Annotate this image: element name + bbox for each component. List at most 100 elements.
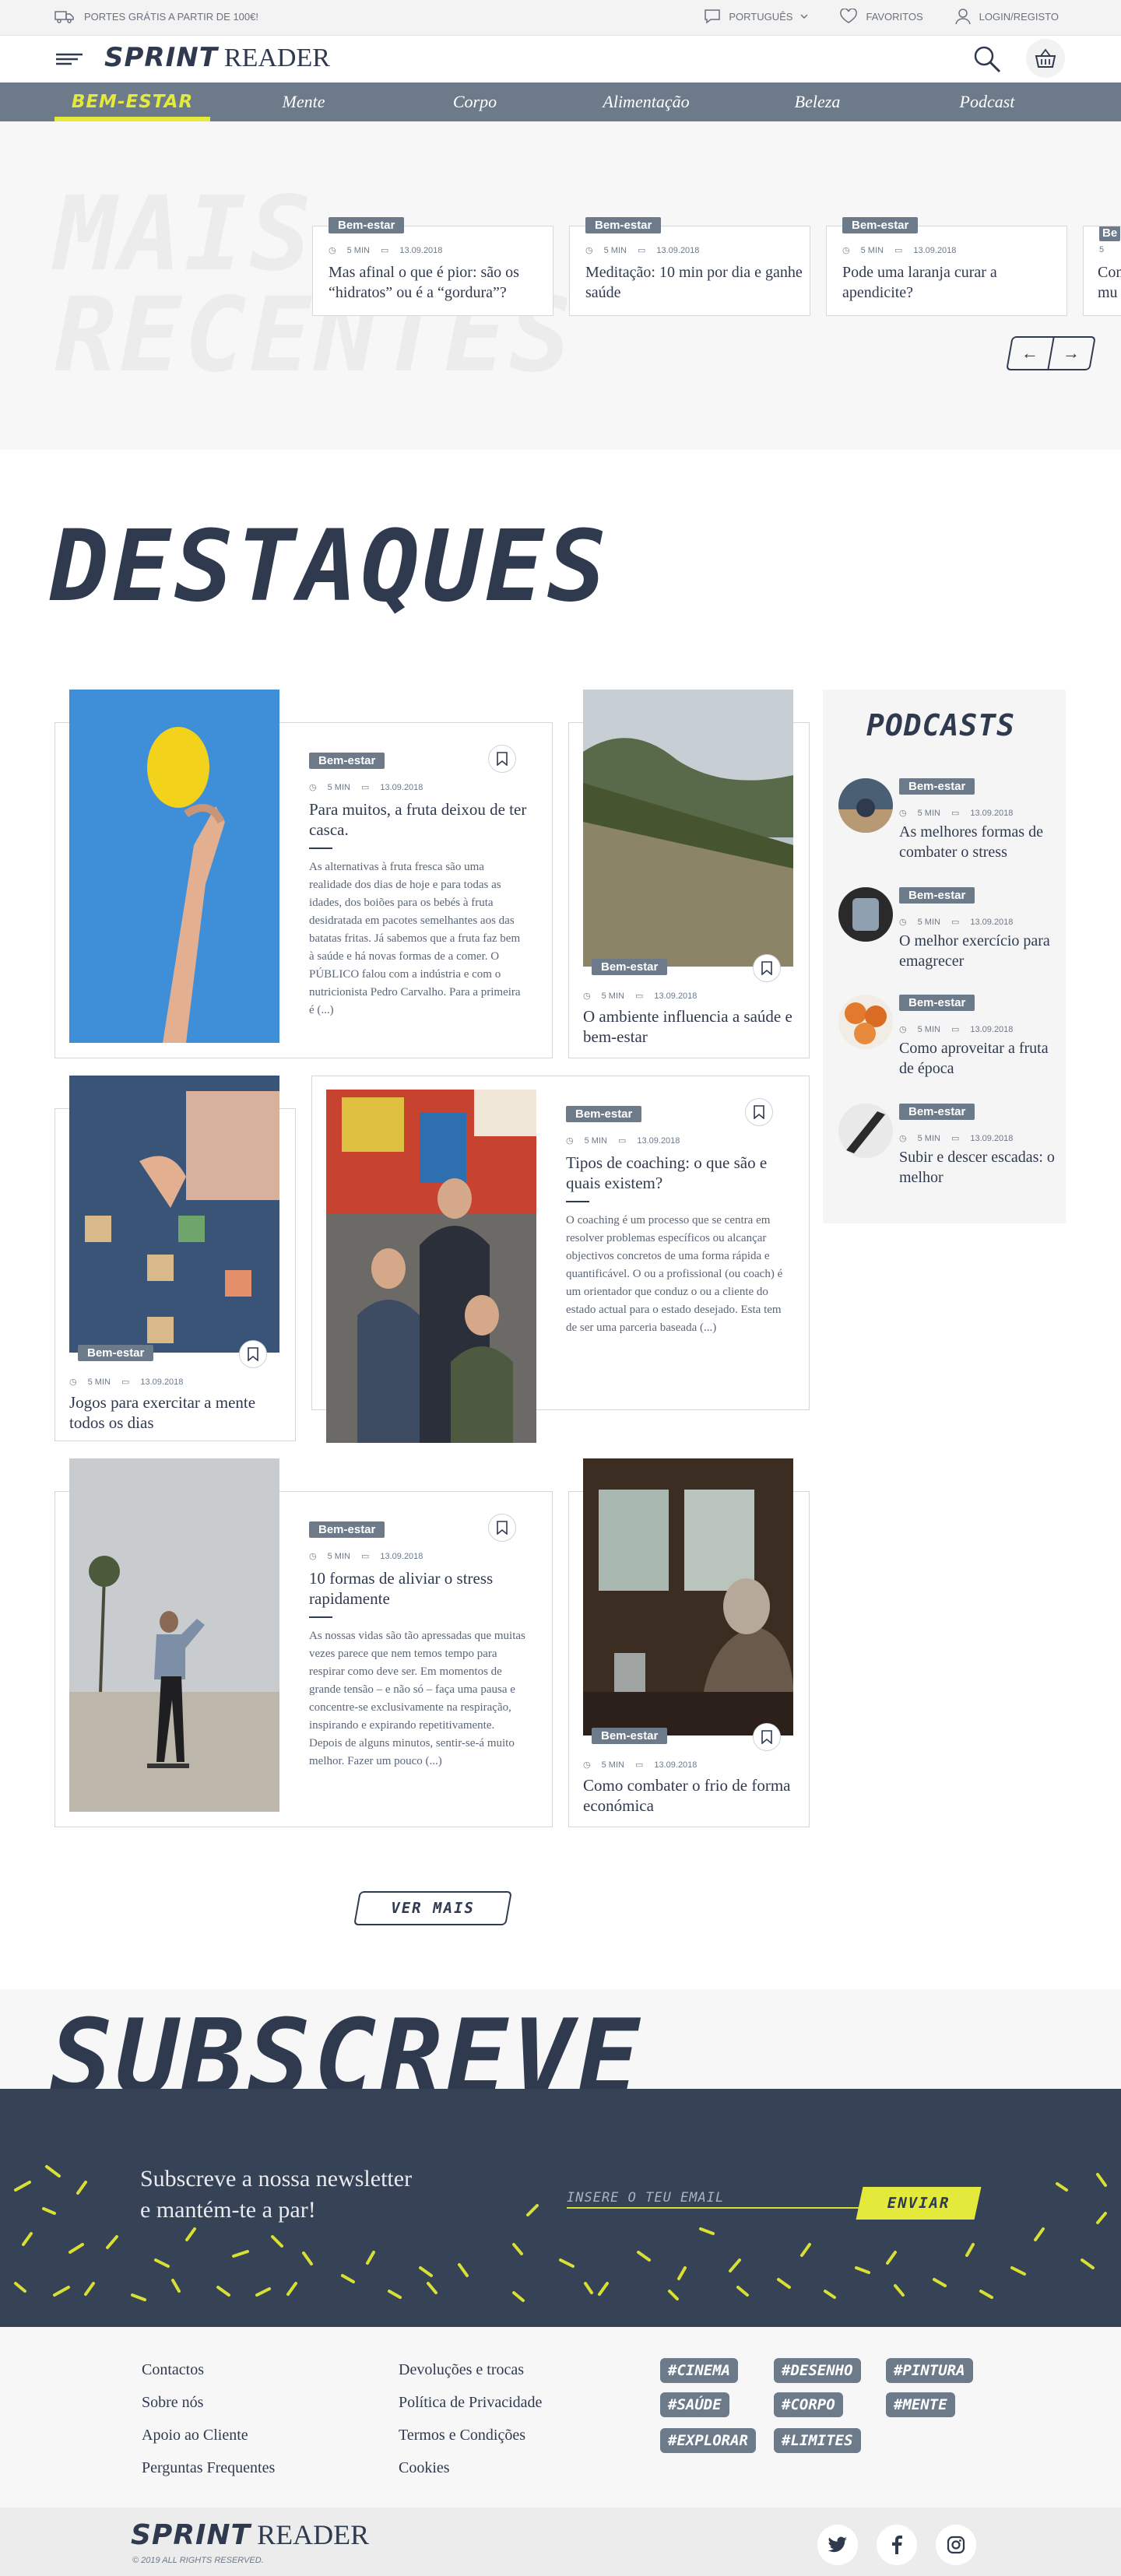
language-label: PORTUGUÊS — [729, 10, 793, 23]
favorites-link[interactable]: FAVORITOS — [839, 9, 923, 24]
article-date: 13.09.2018 — [399, 245, 443, 255]
send-button[interactable]: ENVIAR — [856, 2187, 982, 2220]
subscribe-text: Subscreve a nossa newsletter e mantém-te… — [140, 2164, 412, 2226]
login-label: LOGIN/REGISTO — [979, 10, 1059, 23]
calendar-icon: ▭ — [637, 246, 646, 255]
tag-mente[interactable]: #MENTE — [886, 2392, 955, 2417]
footer-link-cookies[interactable]: Cookies — [399, 2459, 450, 2477]
nav-item-beleza[interactable]: Beleza — [740, 82, 895, 121]
tag-explorar[interactable]: #EXPLORAR — [660, 2428, 756, 2453]
footer-logo[interactable]: SPRINT READER — [131, 2518, 369, 2551]
read-time: 5 MIN — [917, 808, 940, 818]
cafe-image[interactable] — [583, 1458, 793, 1735]
search-icon[interactable] — [972, 44, 1003, 79]
article-meta: ◷ 5 MIN ▭ 13.09.2018 — [329, 245, 443, 256]
podcast-title: Subir e descer escadas: o melhor — [899, 1149, 1055, 1186]
category-nav: BEM-ESTAR Mente Corpo Alimentação Beleza… — [0, 82, 1121, 121]
coaching-group-image[interactable] — [326, 1090, 536, 1443]
email-input[interactable]: INSERE O TEU EMAIL — [567, 2185, 863, 2209]
read-time: 5 MIN — [601, 991, 624, 1001]
recent-card[interactable]: Bem-estar ◷ 5 MIN ▭ 13.09.2018 Pode uma la… — [826, 217, 1067, 316]
read-time: 5 MIN — [87, 1377, 111, 1387]
podcast-thumbnail — [838, 887, 893, 942]
lemon-hand-image[interactable] — [69, 690, 279, 1043]
category-badge: Bem-estar — [309, 1521, 385, 1538]
nav-item-podcast[interactable]: Podcast — [909, 82, 1065, 121]
tag-pintura[interactable]: #PINTURA — [886, 2358, 973, 2383]
calendar-icon: ▭ — [951, 809, 960, 818]
facebook-icon[interactable] — [877, 2525, 917, 2565]
read-time: 5 MIN — [584, 1135, 607, 1146]
recent-card-partial[interactable]: Be 5 Com mu — [1083, 226, 1121, 316]
arrow-left-icon[interactable]: ← — [1007, 338, 1055, 369]
tag-saude[interactable]: #SAÚDE — [660, 2392, 729, 2417]
category-badge: Bem-estar — [78, 1345, 154, 1361]
footer-link-sobre[interactable]: Sobre nós — [142, 2394, 203, 2412]
favorites-label: FAVORITOS — [866, 10, 923, 23]
article-date: 13.09.2018 — [380, 1551, 423, 1561]
bookmark-icon[interactable] — [753, 954, 781, 982]
footer-logo-light: READER — [257, 2519, 370, 2550]
bookmark-icon[interactable] — [488, 1514, 516, 1542]
letter-blocks-image[interactable] — [69, 1076, 279, 1353]
calendar-icon: ▭ — [360, 1552, 370, 1561]
nav-item-bem-estar[interactable]: BEM-ESTAR — [54, 82, 210, 121]
bookmark-icon[interactable] — [753, 1723, 781, 1751]
footer-link-termos[interactable]: Termos e Condições — [399, 2427, 525, 2444]
category-badge: Be — [1099, 226, 1121, 241]
subscribe-heading: SUBSCREVE — [50, 1997, 644, 2089]
nav-item-mente[interactable]: Mente — [226, 82, 381, 121]
footer-bottom-bar: SPRINT READER © 2019 ALL RIGHTS RESERVED… — [0, 2508, 1121, 2576]
footer-link-faq[interactable]: Perguntas Frequentes — [142, 2459, 275, 2477]
instagram-icon[interactable] — [936, 2525, 976, 2565]
calendar-icon: ▭ — [951, 1025, 960, 1034]
tag-corpo[interactable]: #CORPO — [774, 2392, 843, 2417]
calendar-icon: ▭ — [634, 1760, 644, 1770]
title-divider — [309, 1616, 332, 1618]
tag-limites[interactable]: #LIMITES — [774, 2428, 861, 2453]
site-logo[interactable]: SPRINT READER — [104, 42, 330, 73]
read-time: 5 — [1099, 245, 1105, 254]
twitter-icon[interactable] — [817, 2525, 858, 2565]
nav-item-alimentacao[interactable]: Alimentação — [568, 82, 724, 121]
calendar-icon: ▭ — [121, 1377, 130, 1387]
podcasts-panel: PODCASTS Bem-estar ◷ 5 MIN ▭ 13.09.2018 As … — [823, 690, 1066, 1223]
article-date: 13.09.2018 — [656, 245, 700, 255]
article-meta: ◷ 5 MIN ▭ 13.09.2018 — [566, 1135, 680, 1146]
article-meta: ◷ 5 MIN ▭ 13.09.2018 — [69, 1377, 183, 1388]
see-more-button[interactable]: VER MAIS — [353, 1891, 512, 1925]
valley-river-image[interactable] — [583, 690, 793, 967]
basket-icon[interactable] — [1026, 39, 1065, 78]
site-header: SPRINT READER — [0, 36, 1121, 82]
footer-link-apoio[interactable]: Apoio ao Cliente — [142, 2427, 248, 2444]
tag-cinema[interactable]: #CINEMA — [660, 2358, 739, 2383]
bookmark-icon[interactable] — [488, 745, 516, 773]
chat-icon — [705, 9, 721, 24]
recent-card[interactable]: Bem-estar ◷ 5 MIN ▭ 13.09.2018 Meditação: … — [569, 217, 810, 316]
skater-beach-image[interactable] — [69, 1458, 279, 1812]
tag-desenho[interactable]: #DESENHO — [774, 2358, 861, 2383]
bookmark-icon[interactable] — [239, 1340, 267, 1368]
featured-heading: DESTAQUES — [50, 509, 610, 623]
read-time: 5 MIN — [603, 245, 627, 255]
article-title: 10 formas de aliviar o stress rapidament… — [309, 1569, 494, 1608]
arrow-right-icon[interactable]: → — [1049, 338, 1094, 369]
menu-icon[interactable] — [56, 51, 84, 71]
nav-item-corpo[interactable]: Corpo — [397, 82, 553, 121]
clock-icon: ◷ — [899, 1025, 907, 1034]
login-link[interactable]: LOGIN/REGISTO — [954, 8, 1059, 25]
article-date: 13.09.2018 — [654, 991, 698, 1001]
footer-link-privacidade[interactable]: Política de Privacidade — [399, 2394, 542, 2412]
article-date: 13.09.2018 — [380, 782, 423, 792]
footer-link-devolucoes[interactable]: Devoluções e trocas — [399, 2361, 524, 2379]
recent-card[interactable]: Bem-estar ◷ 5 MIN ▭ 13.09.2018 Mas afinal … — [312, 217, 553, 316]
article-meta: ◷ 5 MIN ▭ 13.09.2018 — [842, 245, 956, 256]
article-title: Meditação: 10 min por dia e ganhe saúde — [585, 264, 803, 301]
article-meta: ◷ 5 MIN ▭ 13.09.2018 — [899, 808, 1013, 819]
category-badge: Bem-estar — [309, 753, 385, 769]
bookmark-icon[interactable] — [745, 1098, 773, 1126]
read-time: 5 MIN — [327, 1551, 350, 1561]
language-selector[interactable]: PORTUGUÊS — [704, 9, 808, 24]
footer-link-contactos[interactable]: Contactos — [142, 2361, 204, 2379]
article-title: Para muitos, a fruta deixou de ter casca… — [309, 800, 527, 839]
